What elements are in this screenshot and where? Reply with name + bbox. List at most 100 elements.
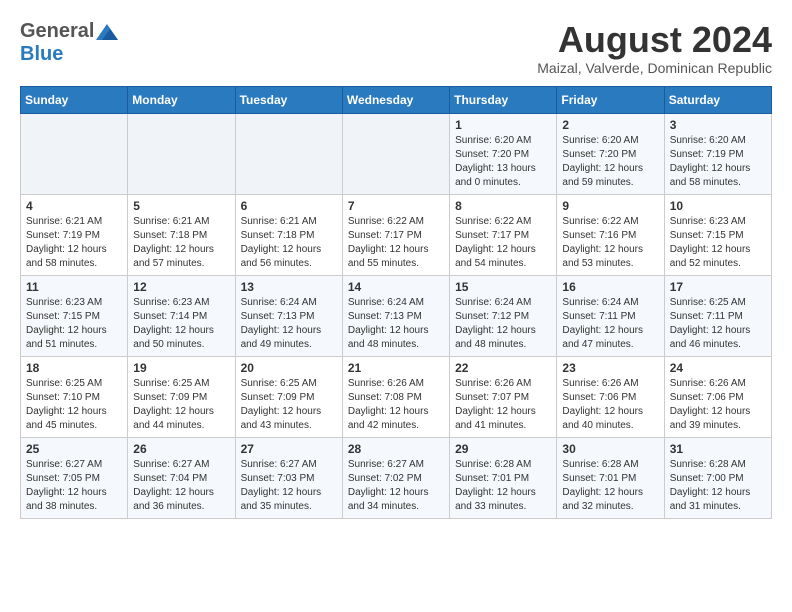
page-header: General Blue August 2024 Maizal, Valverd… [20, 20, 772, 76]
day-number: 11 [26, 280, 122, 294]
day-number: 14 [348, 280, 444, 294]
day-number: 19 [133, 361, 229, 375]
calendar-day: 3 Sunrise: 6:20 AM Sunset: 7:19 PM Daylig… [664, 113, 771, 194]
day-info: Sunrise: 6:24 AM Sunset: 7:13 PM Dayligh… [348, 296, 444, 352]
calendar-table: SundayMondayTuesdayWednesdayThursdayFrid… [20, 86, 772, 519]
weekday-header-sunday: Sunday [21, 86, 128, 113]
day-info: Sunrise: 6:26 AM Sunset: 7:08 PM Dayligh… [348, 377, 444, 433]
day-number: 20 [241, 361, 337, 375]
day-number: 9 [562, 199, 658, 213]
calendar-day: 2 Sunrise: 6:20 AM Sunset: 7:20 PM Daylig… [557, 113, 664, 194]
day-number: 8 [455, 199, 551, 213]
logo-blue: Blue [20, 43, 63, 65]
day-info: Sunrise: 6:24 AM Sunset: 7:12 PM Dayligh… [455, 296, 551, 352]
calendar-week-row: 4Sunrise: 6:21 AM Sunset: 7:19 PM Daylig… [21, 194, 772, 275]
day-info: Sunrise: 6:21 AM Sunset: 7:19 PM Dayligh… [26, 215, 122, 271]
day-number: 22 [455, 361, 551, 375]
day-info: Sunrise: 6:25 AM Sunset: 7:09 PM Dayligh… [133, 377, 229, 433]
day-info: Sunrise: 6:26 AM Sunset: 7:06 PM Dayligh… [670, 377, 766, 433]
calendar-week-row: 18 Sunrise: 6:25 AM Sunset: 7:10 PM Dayli… [21, 356, 772, 437]
day-info: Sunrise: 6:20 AM Sunset: 7:20 PM Dayligh… [562, 134, 658, 190]
day-info: Sunrise: 6:24 AM Sunset: 7:13 PM Dayligh… [241, 296, 337, 352]
day-info: Sunrise: 6:27 AM Sunset: 7:02 PM Dayligh… [348, 458, 444, 514]
day-number: 17 [670, 280, 766, 294]
day-info: Sunrise: 6:25 AM Sunset: 7:10 PM Dayligh… [26, 377, 122, 433]
day-number: 7 [348, 199, 444, 213]
calendar-day: 6 Sunrise: 6:21 AM Sunset: 7:18 PM Daylig… [235, 194, 342, 275]
calendar-title: August 2024 [537, 20, 772, 60]
calendar-day: 25Sunrise: 6:27 AM Sunset: 7:05 PM Dayli… [21, 437, 128, 518]
calendar-day: 11 Sunrise: 6:23 AM Sunset: 7:15 PM Dayli… [21, 275, 128, 356]
day-info: Sunrise: 6:25 AM Sunset: 7:09 PM Dayligh… [241, 377, 337, 433]
day-info: Sunrise: 6:28 AM Sunset: 7:00 PM Dayligh… [670, 458, 766, 514]
day-info: Sunrise: 6:22 AM Sunset: 7:17 PM Dayligh… [348, 215, 444, 271]
calendar-week-row: 1 Sunrise: 6:20 AM Sunset: 7:20 PM Daylig… [21, 113, 772, 194]
day-number: 25 [26, 442, 122, 456]
day-number: 31 [670, 442, 766, 456]
calendar-day [21, 113, 128, 194]
day-number: 1 [455, 118, 551, 132]
day-info: Sunrise: 6:20 AM Sunset: 7:19 PM Dayligh… [670, 134, 766, 190]
day-info: Sunrise: 6:25 AM Sunset: 7:11 PM Dayligh… [670, 296, 766, 352]
day-info: Sunrise: 6:28 AM Sunset: 7:01 PM Dayligh… [455, 458, 551, 514]
day-info: Sunrise: 6:24 AM Sunset: 7:11 PM Dayligh… [562, 296, 658, 352]
weekday-header-friday: Friday [557, 86, 664, 113]
calendar-subtitle: Maizal, Valverde, Dominican Republic [537, 60, 772, 76]
day-info: Sunrise: 6:22 AM Sunset: 7:17 PM Dayligh… [455, 215, 551, 271]
day-number: 2 [562, 118, 658, 132]
day-info: Sunrise: 6:21 AM Sunset: 7:18 PM Dayligh… [133, 215, 229, 271]
calendar-day: 29Sunrise: 6:28 AM Sunset: 7:01 PM Dayli… [450, 437, 557, 518]
logo: General Blue [20, 20, 118, 66]
calendar-day: 12Sunrise: 6:23 AM Sunset: 7:14 PM Dayli… [128, 275, 235, 356]
logo-general: General [20, 20, 94, 43]
calendar-day [128, 113, 235, 194]
calendar-day: 21 Sunrise: 6:26 AM Sunset: 7:08 PM Dayli… [342, 356, 449, 437]
day-number: 21 [348, 361, 444, 375]
day-number: 23 [562, 361, 658, 375]
day-number: 15 [455, 280, 551, 294]
day-number: 16 [562, 280, 658, 294]
day-info: Sunrise: 6:23 AM Sunset: 7:14 PM Dayligh… [133, 296, 229, 352]
calendar-day: 16 Sunrise: 6:24 AM Sunset: 7:11 PM Dayli… [557, 275, 664, 356]
day-number: 18 [26, 361, 122, 375]
calendar-day: 17 Sunrise: 6:25 AM Sunset: 7:11 PM Dayli… [664, 275, 771, 356]
weekday-header-tuesday: Tuesday [235, 86, 342, 113]
logo-icon [96, 24, 118, 40]
calendar-day: 20 Sunrise: 6:25 AM Sunset: 7:09 PM Dayli… [235, 356, 342, 437]
day-info: Sunrise: 6:27 AM Sunset: 7:04 PM Dayligh… [133, 458, 229, 514]
day-info: Sunrise: 6:21 AM Sunset: 7:18 PM Dayligh… [241, 215, 337, 271]
calendar-day: 14 Sunrise: 6:24 AM Sunset: 7:13 PM Dayli… [342, 275, 449, 356]
day-info: Sunrise: 6:23 AM Sunset: 7:15 PM Dayligh… [26, 296, 122, 352]
weekday-header-wednesday: Wednesday [342, 86, 449, 113]
calendar-day: 26 Sunrise: 6:27 AM Sunset: 7:04 PM Dayli… [128, 437, 235, 518]
weekday-header-saturday: Saturday [664, 86, 771, 113]
calendar-day: 24 Sunrise: 6:26 AM Sunset: 7:06 PM Dayli… [664, 356, 771, 437]
day-info: Sunrise: 6:28 AM Sunset: 7:01 PM Dayligh… [562, 458, 658, 514]
day-info: Sunrise: 6:23 AM Sunset: 7:15 PM Dayligh… [670, 215, 766, 271]
weekday-header-thursday: Thursday [450, 86, 557, 113]
day-number: 3 [670, 118, 766, 132]
day-info: Sunrise: 6:27 AM Sunset: 7:03 PM Dayligh… [241, 458, 337, 514]
calendar-day: 7 Sunrise: 6:22 AM Sunset: 7:17 PM Daylig… [342, 194, 449, 275]
day-number: 26 [133, 442, 229, 456]
calendar-day: 9 Sunrise: 6:22 AM Sunset: 7:16 PM Daylig… [557, 194, 664, 275]
day-number: 28 [348, 442, 444, 456]
calendar-day: 19 Sunrise: 6:25 AM Sunset: 7:09 PM Dayli… [128, 356, 235, 437]
calendar-day: 23 Sunrise: 6:26 AM Sunset: 7:06 PM Dayli… [557, 356, 664, 437]
weekday-header-monday: Monday [128, 86, 235, 113]
calendar-day: 30Sunrise: 6:28 AM Sunset: 7:01 PM Dayli… [557, 437, 664, 518]
day-number: 6 [241, 199, 337, 213]
calendar-day: 28 Sunrise: 6:27 AM Sunset: 7:02 PM Dayli… [342, 437, 449, 518]
calendar-day: 22 Sunrise: 6:26 AM Sunset: 7:07 PM Dayli… [450, 356, 557, 437]
calendar-day: 27Sunrise: 6:27 AM Sunset: 7:03 PM Dayli… [235, 437, 342, 518]
calendar-day: 13Sunrise: 6:24 AM Sunset: 7:13 PM Dayli… [235, 275, 342, 356]
calendar-week-row: 25Sunrise: 6:27 AM Sunset: 7:05 PM Dayli… [21, 437, 772, 518]
calendar-day: 1 Sunrise: 6:20 AM Sunset: 7:20 PM Daylig… [450, 113, 557, 194]
day-info: Sunrise: 6:26 AM Sunset: 7:06 PM Dayligh… [562, 377, 658, 433]
day-info: Sunrise: 6:26 AM Sunset: 7:07 PM Dayligh… [455, 377, 551, 433]
day-info: Sunrise: 6:20 AM Sunset: 7:20 PM Dayligh… [455, 134, 551, 190]
weekday-header-row: SundayMondayTuesdayWednesdayThursdayFrid… [21, 86, 772, 113]
calendar-day [342, 113, 449, 194]
day-info: Sunrise: 6:22 AM Sunset: 7:16 PM Dayligh… [562, 215, 658, 271]
day-number: 24 [670, 361, 766, 375]
